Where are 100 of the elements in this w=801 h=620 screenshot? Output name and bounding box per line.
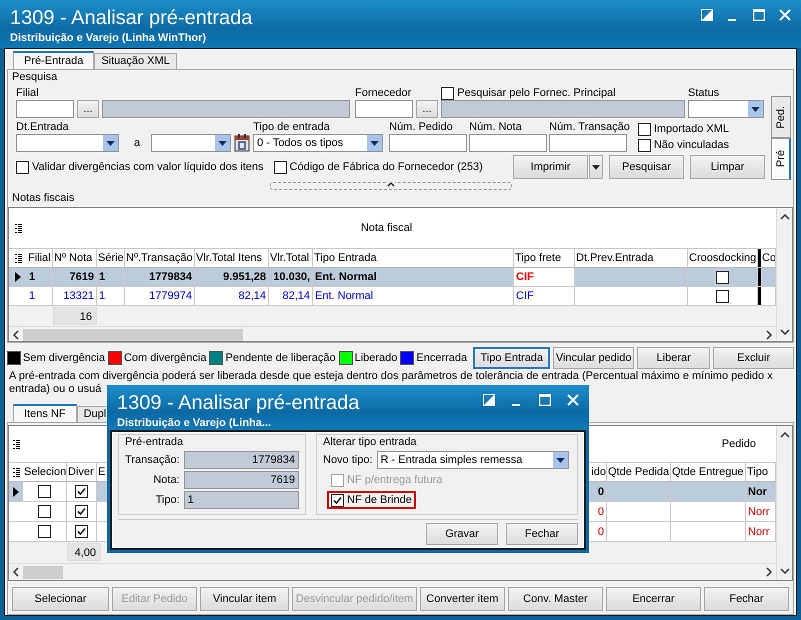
text-field[interactable] bbox=[549, 134, 628, 152]
group-title: Pesquisa bbox=[12, 70, 58, 84]
text-field[interactable] bbox=[469, 134, 548, 152]
checkbox[interactable] bbox=[38, 525, 51, 538]
checkbox-option[interactable]: NF de Brinde bbox=[327, 491, 416, 509]
dialog-button[interactable]: Gravar bbox=[426, 523, 498, 545]
close-icon[interactable] bbox=[779, 9, 791, 21]
scroll-thumb[interactable] bbox=[23, 566, 63, 578]
scroll-up-icon[interactable] bbox=[780, 432, 790, 438]
date-field[interactable] bbox=[16, 134, 119, 152]
entry-type-dropdown[interactable]: 0 - Todos os tipos bbox=[253, 134, 384, 152]
scroll-left-icon[interactable] bbox=[13, 330, 19, 340]
action-button[interactable]: Vincular pedido bbox=[553, 347, 634, 369]
scrollbar[interactable] bbox=[9, 563, 776, 580]
column-header[interactable]: Diver bbox=[67, 463, 97, 481]
legend-label: Sem divergência bbox=[23, 351, 105, 365]
column-header[interactable]: Tipo Entrada bbox=[313, 249, 514, 267]
column-header[interactable]: Qtde Entregue bbox=[671, 463, 746, 481]
column-header[interactable]: Vlr.Total Itens bbox=[195, 249, 269, 267]
scrollbar[interactable] bbox=[776, 426, 792, 580]
column-header[interactable]: Croosdocking bbox=[688, 249, 758, 267]
toolbar-button[interactable]: Converter item bbox=[420, 587, 505, 611]
field-label: Transação: bbox=[125, 453, 180, 467]
scroll-right-icon[interactable] bbox=[766, 567, 772, 577]
entry-type-dropdown[interactable]: R - Entrada simples remessa bbox=[376, 451, 569, 469]
checkbox[interactable] bbox=[75, 485, 88, 498]
column-header[interactable]: Qtde Pedida bbox=[607, 463, 671, 481]
action-button[interactable]: Imprimir bbox=[513, 155, 588, 179]
checkbox[interactable] bbox=[38, 485, 51, 498]
side-tab[interactable]: Pré bbox=[771, 138, 791, 180]
splitter-handle[interactable] bbox=[270, 182, 512, 190]
checkbox[interactable] bbox=[441, 86, 454, 100]
column-header[interactable]: Série bbox=[97, 249, 125, 267]
filial-name-field[interactable] bbox=[102, 100, 350, 118]
toolbar-button[interactable]: Encerrar bbox=[606, 587, 701, 611]
column-group-header: Nota fiscal bbox=[360, 221, 414, 235]
filial-field[interactable] bbox=[16, 100, 74, 118]
legend-label: Pendente de liberação bbox=[225, 351, 336, 365]
checkbox-label: Não vinculadas bbox=[654, 138, 730, 152]
field-label: Núm. Pedido bbox=[389, 120, 454, 134]
fornecedor-name-field[interactable] bbox=[441, 100, 685, 118]
lookup-button[interactable]: ... bbox=[77, 100, 99, 118]
column-chooser-icon[interactable] bbox=[14, 224, 22, 232]
checkbox[interactable] bbox=[638, 138, 651, 152]
checkbox[interactable] bbox=[75, 525, 88, 538]
restore-icon[interactable] bbox=[701, 9, 713, 21]
scroll-right-icon[interactable] bbox=[766, 330, 772, 340]
scroll-down-icon[interactable] bbox=[780, 568, 790, 574]
column-chooser-icon[interactable] bbox=[12, 468, 20, 476]
tab[interactable]: Itens NF bbox=[13, 404, 77, 422]
read-only-field[interactable]: 7619 bbox=[184, 471, 299, 489]
action-button[interactable]: Liberar bbox=[637, 347, 710, 369]
action-button[interactable]: Pesquisar bbox=[609, 155, 684, 179]
fornecedor-field[interactable] bbox=[355, 100, 413, 118]
close-icon[interactable] bbox=[567, 394, 579, 406]
column-header[interactable]: Dt.Prev.Entrada bbox=[575, 249, 688, 267]
restore-icon[interactable] bbox=[483, 394, 495, 406]
column-header[interactable]: Tipo frete bbox=[514, 249, 575, 267]
scrollbar[interactable] bbox=[776, 208, 792, 341]
column-header[interactable]: Nº Nota bbox=[53, 249, 97, 267]
read-only-field[interactable]: 1 bbox=[184, 491, 299, 509]
window-subtitle: Distribuição e Varejo (Linha WinThor) bbox=[10, 31, 208, 45]
column-chooser-icon[interactable] bbox=[14, 254, 22, 262]
checkbox[interactable] bbox=[38, 505, 51, 518]
action-button[interactable]: Limpar bbox=[690, 155, 765, 179]
column-header[interactable]: Nº.Transação bbox=[125, 249, 195, 267]
date-field[interactable] bbox=[151, 134, 232, 152]
checkbox[interactable] bbox=[16, 160, 29, 174]
column-chooser-icon[interactable] bbox=[12, 440, 20, 448]
lookup-button[interactable]: ... bbox=[416, 100, 438, 118]
scroll-left-icon[interactable] bbox=[13, 567, 19, 577]
column-header[interactable]: Filial bbox=[27, 249, 53, 267]
checkbox[interactable] bbox=[274, 160, 287, 174]
action-button[interactable]: Excluir bbox=[713, 347, 794, 369]
scroll-down-icon[interactable] bbox=[780, 329, 790, 335]
checkbox-label: Importado XML bbox=[654, 122, 730, 136]
checkbox[interactable] bbox=[716, 290, 729, 302]
checkbox[interactable] bbox=[331, 494, 344, 506]
tab[interactable]: Pré-Entrada bbox=[13, 51, 94, 69]
column-header[interactable]: Selecion bbox=[23, 463, 67, 481]
text-field[interactable] bbox=[389, 134, 468, 152]
column-header[interactable]: Vlr.Total bbox=[269, 249, 313, 267]
checkbox[interactable] bbox=[638, 122, 651, 136]
dialog-button[interactable]: Fechar bbox=[506, 523, 578, 545]
side-tab[interactable]: Ped. bbox=[771, 96, 791, 138]
toolbar-button[interactable]: Vincular item bbox=[200, 587, 290, 611]
maximize-icon[interactable] bbox=[539, 394, 551, 406]
toolbar-button[interactable]: Selecionar bbox=[12, 587, 109, 611]
scroll-up-icon[interactable] bbox=[780, 214, 790, 220]
tab[interactable]: Situação XML bbox=[94, 53, 177, 69]
toolbar-button[interactable]: Fechar bbox=[704, 587, 790, 611]
read-only-field[interactable]: 1779834 bbox=[184, 451, 299, 469]
calendar-icon[interactable] bbox=[234, 134, 250, 152]
scroll-thumb[interactable] bbox=[23, 328, 243, 341]
action-button[interactable]: Tipo Entrada bbox=[473, 347, 550, 369]
maximize-icon[interactable] bbox=[753, 9, 765, 21]
scrollbar[interactable] bbox=[9, 326, 776, 341]
checkbox[interactable] bbox=[716, 270, 729, 284]
toolbar-button[interactable]: Conv. Master bbox=[508, 587, 603, 611]
checkbox[interactable] bbox=[75, 505, 88, 518]
